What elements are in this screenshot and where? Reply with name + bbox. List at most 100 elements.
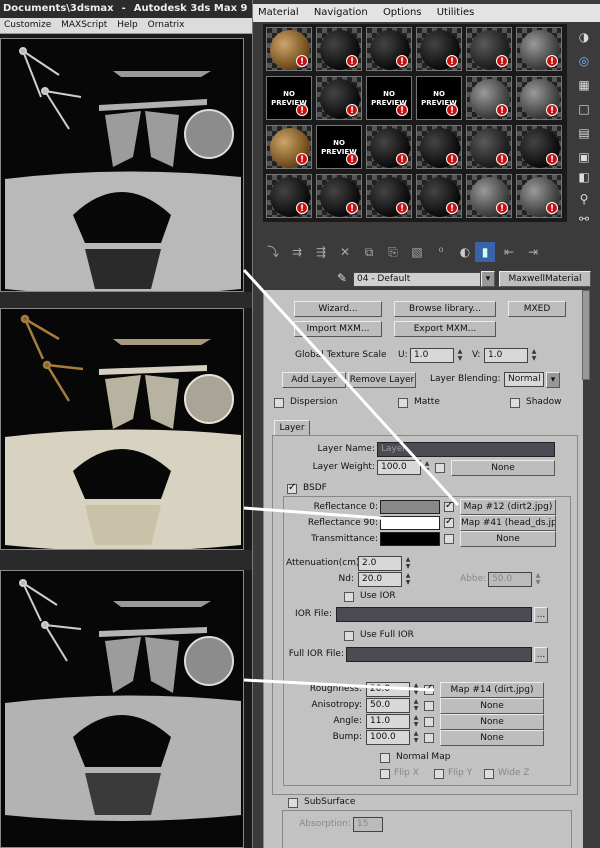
put-to-scene-icon[interactable]: ⇉ bbox=[287, 242, 307, 262]
material-slot[interactable]: ! bbox=[316, 76, 362, 120]
anisotropy-field[interactable]: 50.0 bbox=[366, 698, 410, 713]
abbe-field[interactable]: 50.0 bbox=[488, 572, 532, 587]
texture-viewport-1[interactable] bbox=[0, 38, 244, 292]
dispersion-checkbox[interactable] bbox=[274, 398, 284, 408]
material-slot[interactable]: ! bbox=[516, 76, 562, 120]
use-ior-checkbox[interactable] bbox=[344, 592, 354, 602]
material-slot[interactable]: ! bbox=[516, 174, 562, 218]
material-slot[interactable]: ! bbox=[416, 27, 462, 71]
material-map-navigator-icon[interactable]: ⚯ bbox=[575, 210, 593, 228]
options-icon[interactable]: ◧ bbox=[575, 168, 593, 186]
normal-map-checkbox[interactable] bbox=[380, 753, 390, 763]
uv-tiling-icon[interactable]: □ bbox=[575, 100, 593, 118]
browse-library-button[interactable]: Browse library... bbox=[394, 301, 496, 317]
anisotropy-spinner[interactable]: ▲ ▼ bbox=[412, 698, 420, 713]
bump-field[interactable]: 100.0 bbox=[366, 730, 410, 745]
material-slot[interactable]: NO PREVIEW! bbox=[366, 76, 412, 120]
transmittance-map-checkbox[interactable] bbox=[444, 534, 454, 544]
remove-layer-button[interactable]: Remove Layer bbox=[348, 372, 416, 388]
ior-file-browse-button[interactable]: ... bbox=[534, 607, 548, 623]
subsurface-checkbox[interactable] bbox=[288, 798, 298, 808]
reflectance90-map-checkbox[interactable] bbox=[444, 516, 454, 528]
select-by-material-icon[interactable]: ⚲ bbox=[575, 190, 593, 208]
material-slot[interactable]: ! bbox=[266, 125, 312, 169]
abbe-spinner[interactable]: ▲ ▼ bbox=[534, 572, 542, 587]
mxed-button[interactable]: MXED bbox=[508, 301, 566, 317]
reflectance0-map-checkbox[interactable] bbox=[444, 500, 454, 512]
material-type-button[interactable]: MaxwellMaterial bbox=[499, 271, 591, 287]
angle-spinner[interactable]: ▲ ▼ bbox=[412, 714, 420, 729]
sample-type-icon[interactable]: ◑ bbox=[575, 28, 593, 46]
material-slot[interactable]: ! bbox=[316, 174, 362, 218]
background-icon[interactable]: ▦ bbox=[575, 76, 593, 94]
menu-material[interactable]: Material bbox=[258, 7, 299, 18]
roughness-field[interactable]: 20.0 bbox=[366, 682, 410, 697]
menu-customize[interactable]: Customize bbox=[4, 20, 51, 30]
anisotropy-map-checkbox[interactable] bbox=[424, 701, 434, 711]
material-slot[interactable]: ! bbox=[366, 27, 412, 71]
layer-name-field[interactable]: Layer bbox=[377, 442, 555, 457]
get-material-icon[interactable]: ⤵ bbox=[263, 242, 283, 262]
transmittance-map-button[interactable]: None bbox=[460, 531, 556, 547]
layer-weight-map-checkbox[interactable] bbox=[435, 463, 445, 473]
material-name-field[interactable]: 04 - Default bbox=[353, 272, 481, 287]
bump-map-button[interactable]: None bbox=[440, 730, 544, 746]
material-slot[interactable]: ! bbox=[266, 27, 312, 71]
wizard-button[interactable]: Wizard... bbox=[294, 301, 382, 317]
menu-navigation[interactable]: Navigation bbox=[314, 7, 368, 18]
material-slot[interactable]: ! bbox=[516, 27, 562, 71]
go-forward-to-sibling-icon[interactable]: ⇥ bbox=[523, 242, 543, 262]
material-slot[interactable]: ! bbox=[466, 27, 512, 71]
material-slot[interactable]: ! bbox=[416, 174, 462, 218]
full-ior-file-browse-button[interactable]: ... bbox=[534, 647, 548, 663]
material-slot[interactable]: ! bbox=[466, 174, 512, 218]
full-ior-file-field[interactable] bbox=[346, 647, 532, 662]
show-end-result-icon[interactable]: ▮ bbox=[475, 242, 495, 262]
show-map-in-viewport-icon[interactable]: ◐ bbox=[455, 242, 475, 262]
material-name-dropdown[interactable]: ▾ bbox=[481, 271, 495, 287]
u-scale-field[interactable]: 1.0 bbox=[410, 348, 454, 363]
transmittance-swatch[interactable] bbox=[380, 532, 440, 546]
make-preview-icon[interactable]: ▣ bbox=[575, 148, 593, 166]
reflectance0-swatch[interactable] bbox=[380, 500, 440, 514]
roughness-spinner[interactable]: ▲ ▼ bbox=[412, 682, 420, 697]
v-scale-field[interactable]: 1.0 bbox=[484, 348, 528, 363]
ior-file-field[interactable] bbox=[336, 607, 532, 622]
material-slot[interactable]: ! bbox=[316, 27, 362, 71]
bump-map-checkbox[interactable] bbox=[424, 733, 434, 743]
texture-viewport-2[interactable] bbox=[0, 308, 244, 550]
video-color-check-icon[interactable]: ▤ bbox=[575, 124, 593, 142]
menu-maxscript[interactable]: MAXScript bbox=[61, 20, 107, 30]
menu-ornatrix[interactable]: Ornatrix bbox=[148, 20, 185, 30]
material-slot[interactable]: ! bbox=[266, 174, 312, 218]
material-slot[interactable]: ! bbox=[466, 76, 512, 120]
make-unique-icon[interactable]: ⎘ bbox=[383, 242, 403, 262]
v-scale-spinner[interactable]: ▲ ▼ bbox=[530, 348, 538, 363]
roughness-map-checkbox[interactable] bbox=[424, 683, 434, 695]
layer-weight-field[interactable]: 100.0 bbox=[377, 460, 421, 475]
reflectance90-swatch[interactable] bbox=[380, 516, 440, 530]
backlight-icon[interactable]: ◎ bbox=[575, 52, 593, 70]
flip-y-checkbox[interactable] bbox=[434, 769, 444, 779]
material-slot[interactable]: ! bbox=[416, 125, 462, 169]
put-to-library-icon[interactable]: ▧ bbox=[407, 242, 427, 262]
reset-map-icon[interactable]: ✕ bbox=[335, 242, 355, 262]
go-to-parent-icon[interactable]: ⇤ bbox=[499, 242, 519, 262]
shadow-checkbox[interactable] bbox=[510, 398, 520, 408]
u-scale-spinner[interactable]: ▲ ▼ bbox=[456, 348, 464, 363]
add-layer-button[interactable]: Add Layer bbox=[282, 372, 346, 388]
material-slot[interactable]: ! bbox=[366, 125, 412, 169]
angle-map-button[interactable]: None bbox=[440, 714, 544, 730]
attenuation-spinner[interactable]: ▲ ▼ bbox=[404, 556, 412, 571]
material-slot[interactable]: NO PREVIEW! bbox=[416, 76, 462, 120]
angle-map-checkbox[interactable] bbox=[424, 717, 434, 727]
reflectance90-map-button[interactable]: Map #41 (head_ds.jpg) bbox=[460, 515, 556, 531]
use-full-ior-checkbox[interactable] bbox=[344, 631, 354, 641]
material-slot[interactable]: ! bbox=[466, 125, 512, 169]
nd-field[interactable]: 20.0 bbox=[358, 572, 402, 587]
layer-weight-spinner[interactable]: ▲ ▼ bbox=[423, 460, 431, 475]
menu-help[interactable]: Help bbox=[117, 20, 138, 30]
rollout-scrollbar[interactable] bbox=[582, 290, 590, 380]
anisotropy-map-button[interactable]: None bbox=[440, 698, 544, 714]
nd-spinner[interactable]: ▲ ▼ bbox=[404, 572, 412, 587]
